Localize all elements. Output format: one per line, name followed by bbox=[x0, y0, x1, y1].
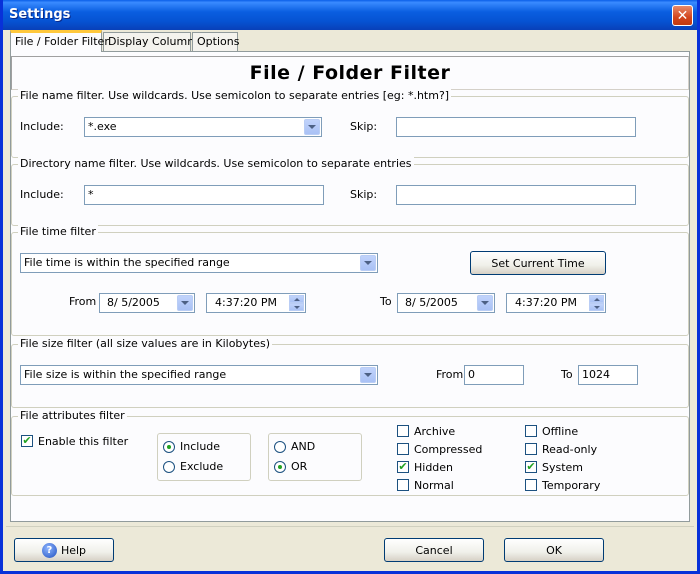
time-from-label: From bbox=[69, 295, 97, 308]
spin-up-icon[interactable] bbox=[589, 295, 604, 303]
enable-filter-label: Enable this filter bbox=[38, 435, 129, 448]
from-time-value: 4:37:20 PM bbox=[215, 296, 278, 309]
divider bbox=[6, 526, 694, 527]
size-from-input[interactable]: 0 bbox=[464, 365, 524, 385]
archive-checkbox[interactable] bbox=[397, 425, 409, 437]
exclude-radio[interactable] bbox=[163, 461, 175, 473]
chevron-down-icon[interactable] bbox=[477, 295, 493, 311]
file-include-value: *.exe bbox=[88, 120, 117, 133]
enable-filter-checkbox[interactable]: ✔ bbox=[21, 435, 33, 447]
close-icon: ✕ bbox=[676, 7, 689, 24]
ok-button[interactable]: OK bbox=[504, 538, 604, 562]
from-date-value: 8/ 5/2005 bbox=[107, 296, 160, 309]
size-to-label: To bbox=[561, 368, 573, 381]
file-name-filter-legend: File name filter. Use wildcards. Use sem… bbox=[18, 89, 452, 102]
window-title: Settings bbox=[9, 7, 71, 22]
file-skip-label: Skip: bbox=[350, 120, 378, 133]
dir-name-filter-group: Directory name filter. Use wildcards. Us… bbox=[11, 157, 689, 226]
tab-display-columns[interactable]: Display Columns bbox=[103, 32, 200, 51]
file-attributes-filter-legend: File attributes filter bbox=[18, 409, 127, 422]
system-label: System bbox=[542, 461, 584, 474]
hidden-label: Hidden bbox=[414, 461, 454, 474]
file-size-filter-legend: File size filter (all size values are in… bbox=[18, 337, 273, 350]
or-radio[interactable] bbox=[274, 461, 286, 473]
help-button[interactable]: ? Help bbox=[14, 538, 114, 562]
file-time-mode-value: File time is within the specified range bbox=[24, 256, 230, 269]
time-to-label: To bbox=[380, 295, 392, 308]
cancel-button[interactable]: Cancel bbox=[384, 538, 484, 562]
dir-include-input[interactable]: * bbox=[84, 185, 324, 205]
file-time-filter-group: File time filter File time is within the… bbox=[11, 225, 689, 336]
chevron-down-icon[interactable] bbox=[177, 295, 193, 311]
from-time-spinner[interactable]: 4:37:20 PM bbox=[206, 293, 306, 313]
file-size-mode-combo[interactable]: File size is within the specified range bbox=[20, 365, 378, 385]
help-button-label: Help bbox=[60, 543, 87, 557]
dir-include-label: Include: bbox=[20, 188, 64, 201]
include-radio-label: Include bbox=[180, 440, 221, 453]
include-exclude-group: Include Exclude bbox=[157, 433, 251, 481]
include-radio[interactable] bbox=[163, 441, 175, 453]
title-bar[interactable]: Settings ✕ bbox=[3, 0, 697, 30]
file-include-combo[interactable]: *.exe bbox=[84, 117, 322, 137]
spin-down-icon[interactable] bbox=[589, 303, 604, 311]
file-include-label: Include: bbox=[20, 120, 64, 133]
and-radio[interactable] bbox=[274, 441, 286, 453]
dir-skip-input[interactable] bbox=[396, 185, 636, 205]
normal-checkbox[interactable] bbox=[397, 479, 409, 491]
from-date-picker[interactable]: 8/ 5/2005 bbox=[99, 293, 195, 313]
set-current-time-button[interactable]: Set Current Time bbox=[470, 251, 606, 275]
spin-up-icon[interactable] bbox=[289, 295, 304, 303]
temporary-checkbox[interactable] bbox=[525, 479, 537, 491]
size-from-label: From bbox=[436, 368, 464, 381]
file-time-filter-legend: File time filter bbox=[18, 225, 98, 238]
read-only-checkbox[interactable] bbox=[525, 443, 537, 455]
tab-page: File / Folder Filter File name filter. U… bbox=[10, 51, 690, 522]
system-checkbox[interactable]: ✔ bbox=[525, 461, 537, 473]
compressed-checkbox[interactable] bbox=[397, 443, 409, 455]
hidden-checkbox[interactable]: ✔ bbox=[397, 461, 409, 473]
to-date-value: 8/ 5/2005 bbox=[405, 296, 458, 309]
to-time-value: 4:37:20 PM bbox=[515, 296, 578, 309]
and-radio-label: AND bbox=[291, 440, 316, 453]
read-only-label: Read-only bbox=[542, 443, 598, 456]
dir-skip-label: Skip: bbox=[350, 188, 378, 201]
check-mark-icon: ✔ bbox=[398, 460, 408, 473]
offline-label: Offline bbox=[542, 425, 579, 438]
to-date-picker[interactable]: 8/ 5/2005 bbox=[397, 293, 495, 313]
close-button[interactable]: ✕ bbox=[672, 5, 693, 26]
normal-label: Normal bbox=[414, 479, 454, 492]
file-size-mode-value: File size is within the specified range bbox=[24, 368, 227, 381]
file-time-mode-combo[interactable]: File time is within the specified range bbox=[20, 253, 378, 273]
settings-window: Settings ✕ File / Folder Filter Display … bbox=[0, 0, 700, 574]
offline-checkbox[interactable] bbox=[525, 425, 537, 437]
spin-down-icon[interactable] bbox=[289, 303, 304, 311]
tab-options[interactable]: Options bbox=[192, 32, 239, 51]
check-mark-icon: ✔ bbox=[22, 434, 32, 447]
file-size-filter-group: File size filter (all size values are in… bbox=[11, 337, 689, 408]
file-name-filter-group: File name filter. Use wildcards. Use sem… bbox=[11, 89, 689, 158]
temporary-label: Temporary bbox=[542, 479, 601, 492]
compressed-label: Compressed bbox=[414, 443, 483, 456]
size-to-input[interactable]: 1024 bbox=[578, 365, 638, 385]
help-icon: ? bbox=[41, 542, 57, 558]
chevron-down-icon[interactable] bbox=[360, 255, 376, 271]
archive-label: Archive bbox=[414, 425, 456, 438]
file-skip-input[interactable] bbox=[396, 117, 636, 137]
chevron-down-icon[interactable] bbox=[304, 119, 320, 135]
tab-file-folder-filter[interactable]: File / Folder Filter bbox=[10, 30, 109, 52]
exclude-radio-label: Exclude bbox=[180, 460, 224, 473]
to-time-spinner[interactable]: 4:37:20 PM bbox=[506, 293, 606, 313]
and-or-group: AND OR bbox=[268, 433, 362, 481]
or-radio-label: OR bbox=[291, 460, 308, 473]
file-attributes-filter-group: File attributes filter ✔ Enable this fil… bbox=[11, 409, 689, 496]
page-title: File / Folder Filter bbox=[11, 56, 689, 90]
dir-name-filter-legend: Directory name filter. Use wildcards. Us… bbox=[18, 157, 414, 170]
chevron-down-icon[interactable] bbox=[360, 367, 376, 383]
check-mark-icon: ✔ bbox=[526, 460, 536, 473]
